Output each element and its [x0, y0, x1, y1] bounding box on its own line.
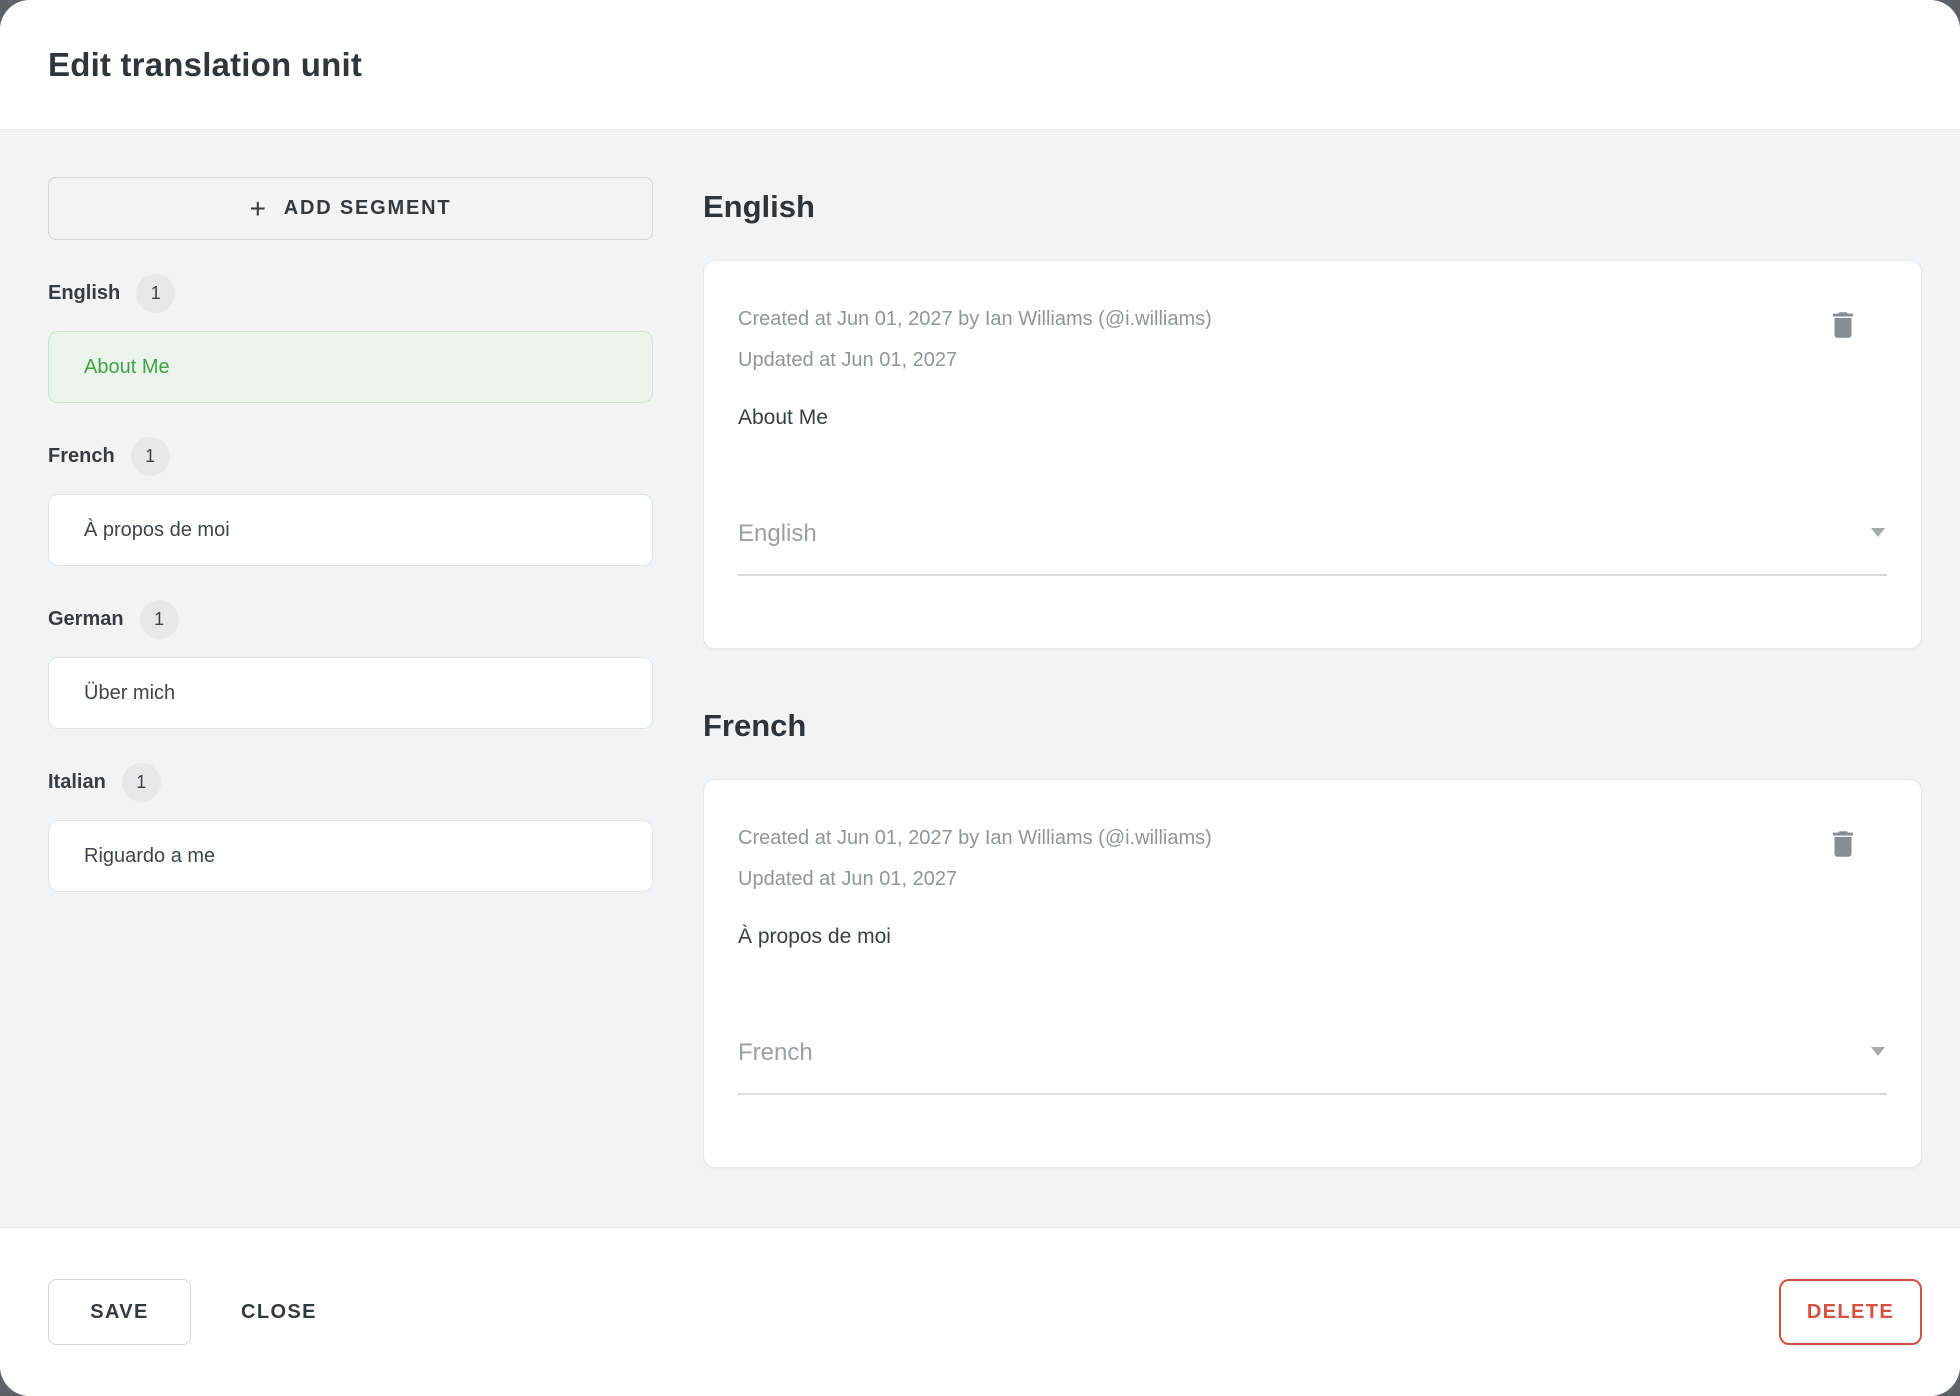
- dialog-header: Edit translation unit: [0, 0, 1960, 130]
- language-select-value: English: [738, 520, 817, 547]
- segment-editor-column: English Created at Jun 01, 2027 by Ian W…: [703, 130, 1922, 1227]
- segment-item-french[interactable]: À propos de moi: [48, 494, 653, 566]
- chevron-down-icon: [1871, 528, 1885, 537]
- lang-label: English: [48, 281, 121, 304]
- page-title: Edit translation unit: [48, 45, 363, 83]
- language-select[interactable]: French: [738, 1038, 1887, 1095]
- lang-row: German 1: [48, 599, 653, 639]
- segment-count-badge: 1: [130, 436, 170, 476]
- close-button[interactable]: CLOSE: [227, 1291, 331, 1334]
- add-segment-button[interactable]: + ADD SEGMENT: [48, 177, 653, 240]
- lang-group-french: French 1 À propos de moi: [48, 436, 653, 566]
- segment-item-german[interactable]: Über mich: [48, 657, 653, 729]
- created-at-line: Created at Jun 01, 2027 by Ian Williams …: [738, 308, 1212, 330]
- lang-row: English 1: [48, 273, 653, 313]
- lang-label: French: [48, 444, 115, 467]
- lang-group-italian: Italian 1 Riguardo a me: [48, 762, 653, 892]
- updated-at-line: Updated at Jun 01, 2027: [738, 349, 958, 371]
- segment-count-badge: 1: [139, 599, 179, 639]
- segments-sidebar: + ADD SEGMENT English 1 About Me French …: [48, 130, 653, 1227]
- section-english: English Created at Jun 01, 2027 by Ian W…: [703, 186, 1922, 649]
- language-select-value: French: [738, 1039, 813, 1066]
- segment-editor-card: Created at Jun 01, 2027 by Ian Williams …: [703, 779, 1922, 1168]
- lang-label: Italian: [48, 770, 106, 793]
- section-french: French Created at Jun 01, 2027 by Ian Wi…: [703, 705, 1922, 1168]
- segment-text: About Me: [738, 406, 828, 429]
- trash-icon: [1833, 312, 1853, 338]
- segment-count-badge: 1: [136, 273, 176, 313]
- segment-editor-card: Created at Jun 01, 2027 by Ian Williams …: [703, 260, 1922, 649]
- edit-translation-unit-dialog: Edit translation unit + ADD SEGMENT Engl…: [0, 0, 1960, 1396]
- segment-item-english[interactable]: About Me: [48, 331, 653, 403]
- add-segment-label: ADD SEGMENT: [283, 197, 452, 219]
- segment-count-badge: 1: [121, 762, 161, 802]
- chevron-down-icon: [1871, 1047, 1885, 1056]
- lang-group-english: English 1 About Me: [48, 273, 653, 403]
- delete-segment-button[interactable]: [1821, 822, 1865, 866]
- section-heading: French: [703, 708, 807, 743]
- trash-icon: [1833, 831, 1853, 857]
- lang-group-german: German 1 Über mich: [48, 599, 653, 729]
- dialog-footer: SAVE CLOSE DELETE: [0, 1227, 1960, 1396]
- section-heading: English: [703, 189, 815, 224]
- lang-label: German: [48, 607, 124, 630]
- plus-icon: +: [249, 192, 268, 224]
- created-at-line: Created at Jun 01, 2027 by Ian Williams …: [738, 827, 1212, 849]
- delete-button[interactable]: DELETE: [1779, 1279, 1922, 1345]
- delete-segment-button[interactable]: [1821, 303, 1865, 347]
- updated-at-line: Updated at Jun 01, 2027: [738, 868, 958, 890]
- segment-item-italian[interactable]: Riguardo a me: [48, 820, 653, 892]
- language-select[interactable]: English: [738, 519, 1887, 576]
- lang-row: French 1: [48, 436, 653, 476]
- segment-text: À propos de moi: [738, 925, 891, 948]
- dialog-body: + ADD SEGMENT English 1 About Me French …: [0, 130, 1960, 1227]
- lang-row: Italian 1: [48, 762, 653, 802]
- save-button[interactable]: SAVE: [48, 1279, 191, 1345]
